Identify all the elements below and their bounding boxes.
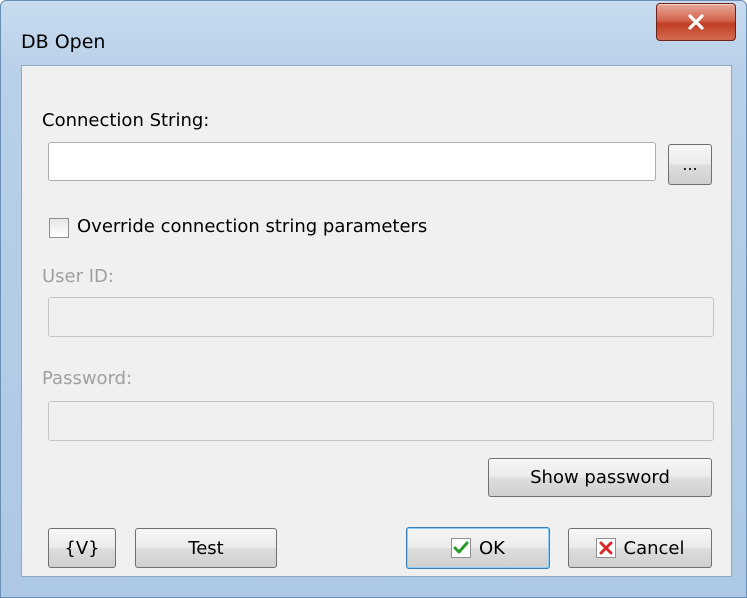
test-label: Test <box>188 537 224 559</box>
title-bar: DB Open <box>1 1 746 63</box>
override-checkbox[interactable] <box>49 218 69 238</box>
cancel-button[interactable]: Cancel <box>568 528 712 568</box>
user-id-input[interactable] <box>49 298 713 336</box>
password-field[interactable] <box>48 401 714 441</box>
ok-button[interactable]: OK <box>406 527 550 569</box>
password-input[interactable] <box>49 402 713 440</box>
show-password-button[interactable]: Show password <box>488 458 712 497</box>
connection-string-label: Connection String: <box>42 110 210 131</box>
browse-button-label: ... <box>682 155 698 174</box>
cancel-label: Cancel <box>623 537 685 559</box>
x-icon <box>595 538 616 558</box>
window-title: DB Open <box>21 31 106 53</box>
ok-label: OK <box>479 537 505 559</box>
test-button[interactable]: Test <box>135 528 277 568</box>
override-label[interactable]: Override connection string parameters <box>77 216 427 237</box>
variables-button[interactable]: {V} <box>48 528 116 568</box>
user-id-field[interactable] <box>48 297 714 337</box>
browse-connection-button[interactable]: ... <box>668 144 712 185</box>
show-password-label: Show password <box>530 467 670 488</box>
checkmark-icon <box>451 538 471 558</box>
user-id-label: User ID: <box>42 266 114 287</box>
password-label: Password: <box>42 368 133 389</box>
connection-string-input[interactable] <box>49 143 655 180</box>
variables-label: {V} <box>64 537 100 559</box>
close-icon <box>687 14 705 30</box>
close-button[interactable] <box>656 3 736 41</box>
dialog-body: Connection String: ... Override connecti… <box>21 65 732 577</box>
dialog-window: DB Open Connection String: ... Override … <box>0 0 747 598</box>
connection-string-field[interactable] <box>48 142 656 181</box>
